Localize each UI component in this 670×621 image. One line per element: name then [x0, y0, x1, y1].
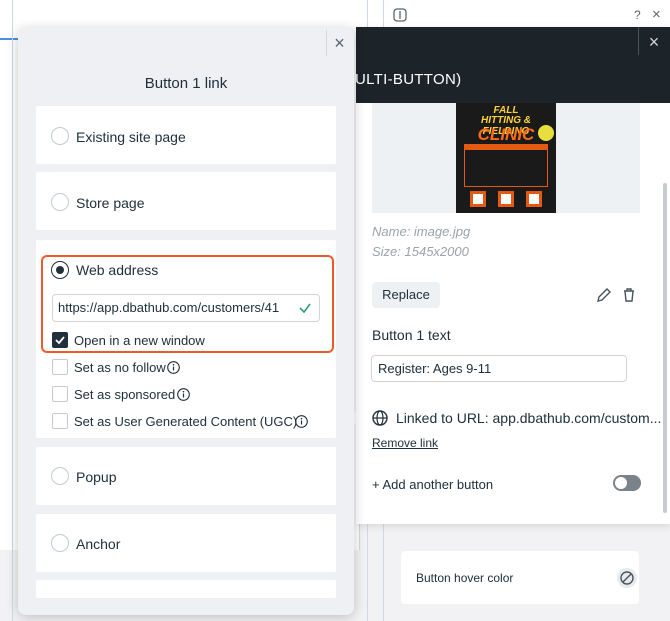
softball-graphic [538, 125, 554, 141]
option-label: Store page [76, 195, 145, 211]
option-label: Existing site page [76, 129, 186, 145]
checkbox-label: Set as User Generated Content (UGC) [74, 414, 298, 429]
qr-code [498, 191, 514, 207]
edit-icon[interactable] [595, 286, 613, 304]
panel-title: ULTI-BUTTON) [355, 71, 462, 88]
image-thumbnail[interactable]: FALL HITTING & FIELDING CLINIC [456, 103, 556, 213]
no-follow-checkbox[interactable] [52, 359, 68, 375]
option-label: Popup [76, 469, 117, 485]
flyer-details-box [464, 147, 548, 187]
radio-anchor[interactable] [51, 534, 69, 552]
option-more[interactable] [36, 580, 336, 598]
checkbox-label: Set as no follow [74, 360, 166, 375]
add-another-button[interactable]: + Add another button [372, 477, 493, 492]
ugc-checkbox[interactable] [52, 413, 68, 429]
toggle-knob [615, 477, 627, 489]
no-color-icon[interactable] [616, 567, 638, 589]
qr-code [470, 191, 486, 207]
globe-icon [372, 410, 388, 426]
button-text-input[interactable]: Register: Ages 9-11 [371, 355, 627, 382]
panel-close-icon[interactable]: × [642, 30, 666, 54]
radio-store-page[interactable] [51, 193, 69, 211]
info-icon[interactable] [177, 388, 190, 401]
radio-existing-site-page[interactable] [51, 127, 69, 145]
settings-panel-header [356, 27, 670, 103]
delete-icon[interactable] [620, 286, 638, 304]
remove-link[interactable]: Remove link [372, 436, 438, 450]
replace-button[interactable]: Replace [372, 282, 440, 308]
qr-code [526, 191, 542, 207]
checkbox-label: Set as sponsored [74, 387, 176, 402]
hover-color-label: Button hover color [416, 571, 514, 585]
close-icon[interactable]: × [652, 6, 661, 23]
info-icon[interactable] [295, 415, 308, 428]
button-text-label: Button 1 text [372, 327, 451, 343]
panel-toggle-icon[interactable] [393, 8, 407, 22]
info-icon[interactable] [167, 361, 180, 374]
image-name: Name: image.jpg [372, 224, 471, 239]
canvas-guide-vertical [12, 0, 13, 621]
sponsored-checkbox[interactable] [52, 386, 68, 402]
highlight-box [41, 255, 334, 353]
help-icon[interactable]: ? [634, 8, 641, 22]
canvas-guide-line [0, 38, 20, 40]
top-toolbar-strip [0, 0, 670, 30]
modal-close-icon[interactable]: × [326, 30, 352, 56]
panel-scrollbar[interactable] [663, 183, 667, 513]
linked-url-text[interactable]: Linked to URL: app.dbathub.com/custom... [396, 410, 661, 426]
header-divider [638, 27, 639, 55]
option-label: Anchor [76, 536, 121, 552]
radio-popup[interactable] [51, 467, 69, 485]
modal-title: Button 1 link [144, 75, 228, 92]
image-size: Size: 1545x2000 [372, 244, 469, 259]
